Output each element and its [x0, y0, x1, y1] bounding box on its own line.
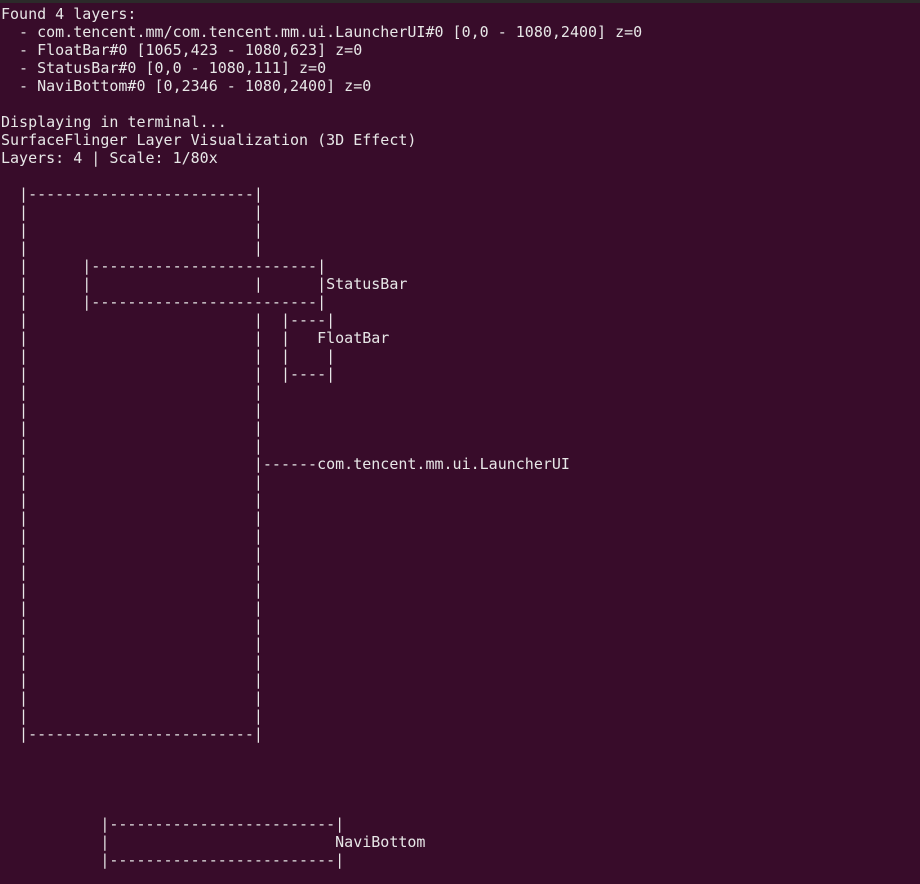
terminal-line: | NaviBottom [1, 833, 426, 851]
terminal-line: | |------com.tencent.mm.ui.LauncherUI [1, 455, 570, 473]
terminal-line: | | [1, 635, 263, 653]
terminal-line: SurfaceFlinger Layer Visualization (3D E… [1, 131, 417, 149]
terminal-line: - com.tencent.mm/com.tencent.mm.ui.Launc… [1, 23, 643, 41]
terminal-line: |-------------------------| [1, 815, 345, 833]
terminal-line: | | [1, 437, 263, 455]
terminal-line: | | [1, 203, 263, 221]
terminal-line: | | [1, 491, 263, 509]
terminal-line: | | [1, 221, 263, 239]
terminal-line: | |-------------------------| [1, 293, 327, 311]
terminal-window[interactable]: Found 4 layers: - com.tencent.mm/com.ten… [0, 0, 920, 884]
terminal-line: - NaviBottom#0 [0,2346 - 1080,2400] z=0 [1, 77, 372, 95]
terminal-line: | | [1, 545, 263, 563]
terminal-line: - FloatBar#0 [1065,423 - 1080,623] z=0 [1, 41, 363, 59]
terminal-line: Layers: 4 | Scale: 1/80x [1, 149, 218, 167]
terminal-line: | | [1, 581, 263, 599]
terminal-line: | |-------------------------| [1, 257, 327, 275]
terminal-line: | | [1, 689, 263, 707]
terminal-line: | | [1, 599, 263, 617]
terminal-line: | | | |StatusBar [1, 275, 408, 293]
terminal-line: | | [1, 509, 263, 527]
terminal-line: | | |----| [1, 311, 336, 329]
terminal-line: Displaying in terminal... [1, 113, 227, 131]
terminal-line: | | | FloatBar [1, 329, 390, 347]
terminal-line: | | [1, 383, 263, 401]
terminal-line: | | [1, 653, 263, 671]
terminal-line: - StatusBar#0 [0,0 - 1080,111] z=0 [1, 59, 327, 77]
terminal-line: | | [1, 239, 263, 257]
terminal-line: |-------------------------| [1, 725, 263, 743]
terminal-output: Found 4 layers: - com.tencent.mm/com.ten… [0, 3, 920, 869]
terminal-line: | | | | [1, 347, 336, 365]
terminal-line: Found 4 layers: [1, 5, 137, 23]
terminal-line: |-------------------------| [1, 851, 345, 869]
terminal-line: | | [1, 617, 263, 635]
terminal-line: | | [1, 419, 263, 437]
terminal-line: | | [1, 707, 263, 725]
terminal-line: |-------------------------| [1, 185, 263, 203]
terminal-line: | | [1, 527, 263, 545]
terminal-line: | | [1, 473, 263, 491]
terminal-line: | | [1, 563, 263, 581]
terminal-line: | | [1, 401, 263, 419]
terminal-line: | | [1, 671, 263, 689]
terminal-line: | | |----| [1, 365, 336, 383]
